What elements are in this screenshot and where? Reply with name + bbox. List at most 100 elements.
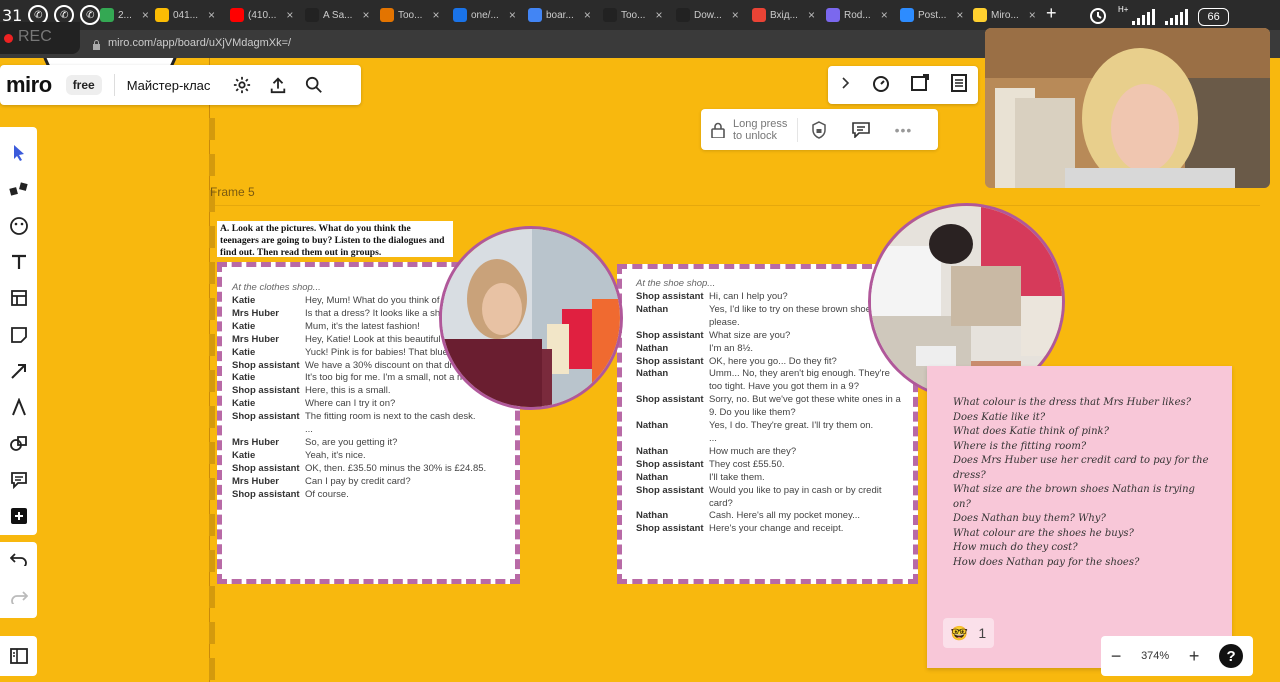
dialog-line-text: I'm an 8½. [709,342,754,354]
close-tab-icon[interactable]: × [142,8,149,22]
reaction-count: 1 [978,624,987,641]
templates-icon[interactable] [3,171,35,207]
board-name[interactable]: Майстер-клас [127,78,211,93]
exercise-instruction[interactable]: A. Look at the pictures. What do you thi… [217,221,453,258]
board-toolbar: miro free Майстер-клас [0,65,361,105]
add-more-icon[interactable] [3,498,35,534]
connector-arrow-icon[interactable] [3,353,35,389]
sticky-note-questions[interactable]: What colour is the dress that Mrs Huber … [927,366,1232,668]
alarm-icon [1088,5,1108,28]
sticky-note-tool-icon[interactable] [3,316,35,352]
sticker-icon[interactable] [3,208,35,244]
upload-icon[interactable] [260,67,296,103]
dialog-lines: Shop assistant Hi, can I help you? Nathan Y… [636,291,905,536]
close-tab-icon[interactable]: × [509,8,516,22]
browser-tab[interactable]: (410... × [230,5,293,25]
dialog-line-text: Umm... No, they aren't big enough. They'… [709,368,890,393]
search-icon[interactable] [296,67,332,103]
speaker-name: Katie [232,449,256,461]
frame-tool-icon[interactable] [3,280,35,316]
url-text[interactable]: miro.com/app/board/uXjVMdagmXk=/ [108,37,291,49]
tab-label: one/... [471,9,499,21]
shield-lock-icon[interactable] [798,120,840,139]
close-tab-icon[interactable]: × [584,8,591,22]
creation-toolbar [0,127,37,535]
speaker-name: Mrs Huber [232,475,279,487]
speaker-name: Mrs Huber [232,333,279,345]
shapes-icon[interactable] [3,425,35,461]
close-tab-icon[interactable]: × [655,8,662,22]
close-tab-icon[interactable]: × [286,8,293,22]
browser-tab[interactable]: A Sa... × [305,5,369,25]
speaker-name: Mrs Huber [232,436,279,448]
dialog-line-text: So, are you getting it? [305,436,398,448]
photo-girl-clothes-shop[interactable] [439,226,623,410]
notes-icon[interactable] [949,73,969,98]
browser-tab[interactable]: Miro... × [973,5,1036,25]
browser-tab[interactable]: Rod... × [826,5,888,25]
plan-badge[interactable]: free [65,75,102,95]
toolbar-divider [113,74,115,96]
browser-tab[interactable]: Dow... × [676,5,739,25]
undo-icon[interactable] [9,552,28,571]
zoom-icon [900,8,914,22]
speaker-name: Shop assistant [636,291,704,302]
dialog-line-text: How much are they? [709,445,797,457]
comment-tool-icon[interactable] [3,462,35,498]
close-tab-icon[interactable]: × [432,8,439,22]
browser-tab[interactable]: Post... × [900,5,963,25]
browser-tab[interactable]: Too... × [603,5,662,25]
comment-icon[interactable] [840,121,882,138]
collaboration-toolbar [828,66,978,104]
browser-tab[interactable]: boar... × [528,5,591,25]
lock-icon [711,122,725,138]
present-icon[interactable] [910,73,930,98]
browser-tab[interactable]: 041... × [155,5,215,25]
help-button[interactable]: ? [1219,644,1244,668]
question-line: How much do they cost? [953,542,1078,553]
browser-tab[interactable]: Вхід... × [752,5,815,25]
close-tab-icon[interactable]: × [732,8,739,22]
panel-toggle-icon[interactable] [0,636,37,676]
browser-tab[interactable]: one/... × [453,5,516,25]
text-tool-icon[interactable] [3,244,35,280]
close-tab-icon[interactable]: × [881,8,888,22]
unlock-button[interactable]: Long press to unlock [701,118,797,142]
webcam-video [985,28,1270,188]
dialog-line-text: The fitting room is next to the cash des… [305,411,476,423]
reaction-badge[interactable]: 🤓 1 [943,618,994,648]
gear-icon[interactable] [224,67,260,103]
speaker-name: Shop assistant [636,458,704,470]
zoom-in-button[interactable]: + [1189,646,1200,667]
new-tab-button[interactable]: + [1046,3,1057,24]
speaker-name: Shop assistant [636,523,704,535]
history-toolbar [0,542,37,618]
more-icon[interactable]: ••• [882,122,924,138]
miro-logo[interactable]: miro [6,72,52,98]
redo-icon[interactable] [10,590,28,609]
select-cursor-icon[interactable] [3,135,35,171]
close-tab-icon[interactable]: × [362,8,369,22]
browser-tab[interactable]: Too... × [380,5,439,25]
browser-tab[interactable]: 2... × [100,5,149,25]
close-tab-icon[interactable]: × [956,8,963,22]
dialog-line-text: ... [305,424,313,436]
frame-label[interactable]: Frame 5 [210,185,255,199]
speaker-name: Shop assistant [636,394,704,406]
timer-icon[interactable] [871,73,891,98]
close-tab-icon[interactable]: × [1029,8,1036,22]
dialog-setting: At the shoe shop... [636,278,716,289]
speaker-name: Nathan [636,445,669,457]
chevron-right-icon[interactable] [838,76,852,95]
zoom-level[interactable]: 374% [1141,650,1169,662]
dialog-line-text: Yes, I do. They're great. I'll try them … [709,420,874,432]
zoom-out-button[interactable]: − [1111,646,1122,667]
question-line: How does Nathan pay for the shoes? [953,556,1140,568]
questions-list: What colour is the dress that Mrs Huber … [953,396,1212,570]
record-dot-icon [4,34,13,43]
speaker-name: Katie [232,346,256,358]
pen-tool-icon[interactable] [3,389,35,425]
close-tab-icon[interactable]: × [808,8,815,22]
dialog-line-text: Of course. [305,488,349,500]
close-tab-icon[interactable]: × [208,8,215,22]
